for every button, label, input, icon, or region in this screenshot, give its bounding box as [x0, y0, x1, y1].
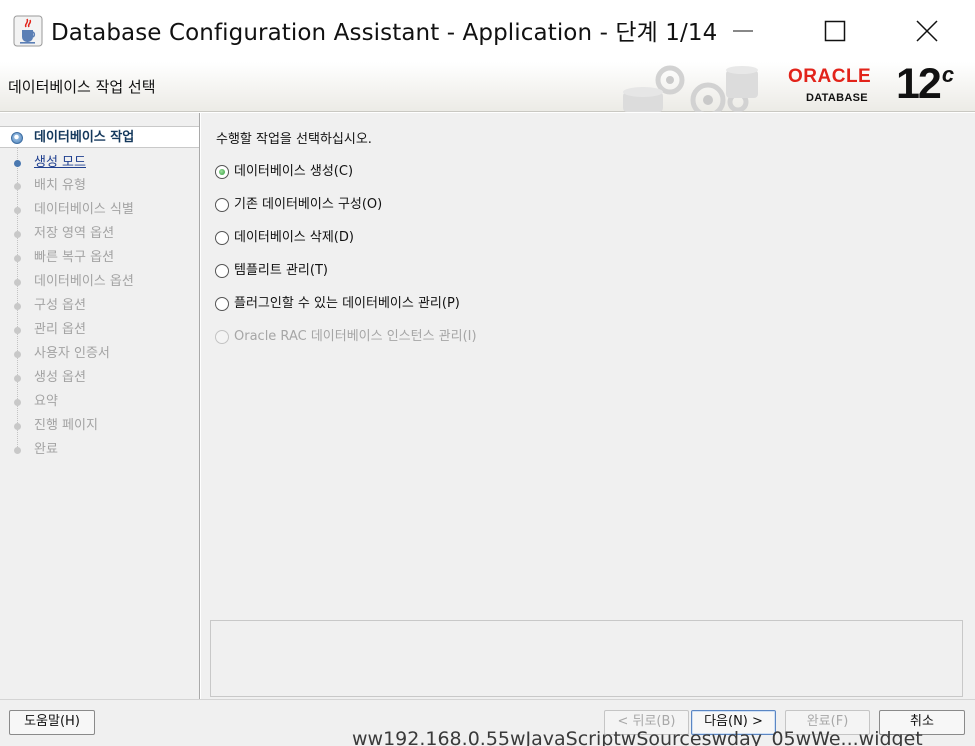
maximize-button[interactable] — [789, 0, 881, 62]
nav-step-label: 생성 모드 — [34, 155, 86, 170]
nav-step-finish: 완료 — [0, 439, 199, 461]
nav-step-fast-recovery-option: 빠른 복구 옵션 — [0, 247, 199, 269]
nav-step-summary: 요약 — [0, 391, 199, 413]
radio-button-selected[interactable] — [215, 165, 229, 179]
page-title: 데이터베이스 작업 선택 — [8, 78, 156, 96]
radio-button[interactable] — [215, 198, 229, 212]
gears-graphic-icon — [623, 65, 758, 112]
option-label: 데이터베이스 생성(C) — [234, 164, 354, 179]
step-dot-icon — [14, 303, 21, 310]
option-label: 템플리트 관리(T) — [234, 263, 328, 278]
step-dot-icon — [14, 160, 21, 167]
nav-step-storage-option: 저장 영역 옵션 — [0, 223, 199, 245]
nav-step-label: 진행 페이지 — [34, 418, 98, 433]
step-dot-icon — [14, 255, 21, 262]
nav-step-label: 사용자 인증서 — [34, 346, 110, 361]
title-bar: Database Configuration Assistant - Appli… — [0, 0, 975, 62]
option-label: Oracle RAC 데이터베이스 인스턴스 관리(I) — [234, 329, 477, 344]
window-title: Database Configuration Assistant - Appli… — [51, 20, 718, 46]
page-header: 데이터베이스 작업 선택 ORACLE DATABASE — [0, 62, 975, 112]
nav-step-label: 빠른 복구 옵션 — [34, 250, 115, 265]
minimize-icon — [733, 30, 753, 32]
step-dot-icon — [14, 231, 21, 238]
step-dot-icon — [14, 351, 21, 358]
nav-step-configuration-options: 구성 옵션 — [0, 295, 199, 317]
main-panel: 수행할 작업을 선택하십시오. 데이터베이스 생성(C) 기존 데이터베이스 구… — [201, 113, 975, 699]
nav-step-database-operation[interactable]: 데이터베이스 작업 — [0, 126, 199, 148]
option-label: 데이터베이스 삭제(D) — [234, 230, 354, 245]
radio-button[interactable] — [215, 264, 229, 278]
help-button[interactable]: 도움말(H) — [9, 710, 95, 735]
step-dot-icon — [14, 207, 21, 214]
oracle-version-number: 12 — [896, 60, 942, 108]
oracle-logo: ORACLE DATABASE — [788, 66, 892, 108]
nav-step-creation-option: 생성 옵션 — [0, 367, 199, 389]
nav-step-label: 데이터베이스 옵션 — [34, 274, 134, 289]
step-dot-icon — [14, 375, 21, 382]
nav-step-database-identification: 데이터베이스 식별 — [0, 199, 199, 221]
nav-step-label: 배치 유형 — [34, 178, 86, 193]
oracle-version-logo: 12c — [896, 60, 954, 109]
nav-step-label: 데이터베이스 작업 — [34, 130, 135, 145]
message-panel — [210, 620, 963, 697]
nav-step-label: 완료 — [34, 442, 58, 457]
instruction-text: 수행할 작업을 선택하십시오. — [216, 132, 372, 147]
nav-step-deployment-type: 배치 유형 — [0, 175, 199, 197]
step-dot-icon — [14, 399, 21, 406]
oracle-product-label: DATABASE — [806, 92, 868, 104]
nav-step-label: 데이터베이스 식별 — [34, 202, 134, 217]
step-dot-icon — [14, 327, 21, 334]
java-cup-icon — [13, 15, 43, 47]
nav-step-label: 요약 — [34, 394, 58, 409]
step-dot-icon — [14, 183, 21, 190]
nav-step-creation-mode[interactable]: 생성 모드 — [0, 152, 199, 174]
radio-button[interactable] — [215, 231, 229, 245]
step-dot-icon — [14, 423, 21, 430]
nav-step-label: 구성 옵션 — [34, 298, 86, 313]
nav-step-management-options: 관리 옵션 — [0, 319, 199, 341]
nav-step-user-credentials: 사용자 인증서 — [0, 343, 199, 365]
nav-step-progress-page: 진행 페이지 — [0, 415, 199, 437]
minimize-button[interactable] — [697, 0, 789, 62]
steps-sidebar: 데이터베이스 작업 생성 모드 배치 유형 데이터베이스 식별 저장 영역 옵션… — [0, 113, 200, 699]
maximize-icon — [824, 20, 846, 42]
current-step-icon — [11, 132, 23, 144]
close-icon — [916, 20, 938, 42]
oracle-version-suffix: c — [941, 62, 954, 87]
close-button[interactable] — [881, 0, 973, 62]
nav-step-label: 생성 옵션 — [34, 370, 86, 385]
step-dot-icon — [14, 279, 21, 286]
background-window-text: ww192.168.0.55wJavaScriptwSourceswday_05… — [352, 728, 923, 746]
option-label: 플러그인할 수 있는 데이터베이스 관리(P) — [234, 296, 460, 311]
nav-step-database-options: 데이터베이스 옵션 — [0, 271, 199, 293]
step-dot-icon — [14, 447, 21, 454]
nav-step-label: 관리 옵션 — [34, 322, 86, 337]
option-label: 기존 데이터베이스 구성(O) — [234, 197, 383, 212]
radio-button[interactable] — [215, 297, 229, 311]
nav-step-label: 저장 영역 옵션 — [34, 226, 115, 241]
oracle-wordmark: ORACLE — [788, 66, 872, 87]
radio-button-disabled — [215, 330, 229, 344]
